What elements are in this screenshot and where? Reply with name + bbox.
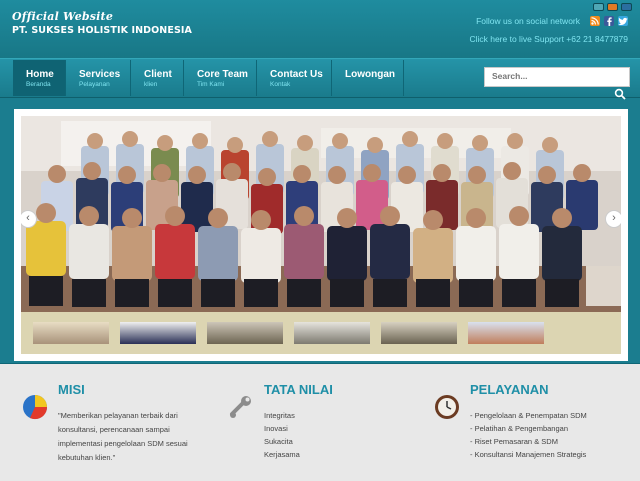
site-header: Official Website PT. SUKSES HOLISTIK IND… [0, 0, 640, 58]
nav-label: Core Team [197, 69, 248, 80]
nav-sublabel: Pelayanan [79, 81, 110, 88]
list-item: Inovasi [264, 424, 288, 433]
nav-label: Contact Us [270, 69, 323, 80]
thumbnail[interactable] [207, 322, 283, 344]
main-navigation: Home Beranda Services Pelayanan Client k… [0, 58, 640, 98]
nav-label: Lowongan [345, 69, 395, 80]
nav-sublabel: Tim Kami [197, 81, 225, 88]
window-btn-2[interactable] [607, 3, 618, 11]
thumbnail[interactable] [468, 322, 544, 344]
list-item[interactable]: - Pengelolaan & Penempatan SDM [470, 409, 587, 422]
nav-client[interactable]: Client klien [131, 60, 184, 96]
social-links: Follow us on social network [476, 16, 628, 26]
nav-sublabel: klien [144, 81, 158, 88]
clock-icon [435, 395, 459, 419]
brand-official: Official Website [12, 10, 114, 23]
misi-text: "Memberikan pelayanan terbaik dari konsu… [58, 411, 188, 462]
misi-section: MISI "Memberikan pelayanan terbaik dari … [58, 382, 208, 465]
social-text: Follow us on social network [476, 16, 580, 26]
nav-home[interactable]: Home Beranda [13, 60, 66, 96]
thumbnail[interactable] [381, 322, 457, 344]
group-photo-illustration [21, 116, 621, 316]
facebook-icon[interactable] [604, 16, 614, 26]
twitter-icon[interactable] [618, 16, 628, 26]
nav-contact-us[interactable]: Contact Us Kontak [257, 60, 332, 96]
nav-lowongan[interactable]: Lowongan [332, 60, 404, 96]
pelayanan-title: PELAYANAN [470, 382, 549, 397]
slider-thumbnails [21, 312, 621, 354]
nav-sublabel: Kontak [270, 81, 291, 88]
list-item[interactable]: - Pelatihan & Pengembangan [470, 422, 587, 435]
list-item: Sukacita [264, 437, 293, 446]
list-item[interactable]: - Konsultansi Manajemen Strategis [470, 448, 587, 461]
nav-sublabel: Beranda [26, 81, 51, 88]
list-item: Kerjasama [264, 450, 300, 459]
nav-label: Home [26, 69, 54, 80]
tata-nilai-title: TATA NILAI [264, 382, 333, 397]
misi-title: MISI [58, 382, 85, 397]
window-btn-3[interactable] [621, 3, 632, 11]
image-slider: ‹ › [14, 109, 628, 361]
slider-next-button[interactable]: › [605, 210, 621, 228]
brand[interactable]: Official Website PT. SUKSES HOLISTIK IND… [12, 10, 192, 36]
brand-company-name: PT. SUKSES HOLISTIK INDONESIA [12, 25, 192, 36]
list-item[interactable]: - Riset Pemasaran & SDM [470, 435, 587, 448]
team-group-photo: ‹ › [21, 116, 621, 316]
search-icon[interactable] [614, 88, 626, 100]
wrench-icon [230, 396, 251, 418]
nav-services[interactable]: Services Pelayanan [66, 60, 131, 96]
thumbnail[interactable] [120, 322, 196, 344]
rss-icon[interactable] [590, 16, 600, 26]
search-input[interactable]: Search... [484, 67, 630, 87]
nav-core-team[interactable]: Core Team Tim Kami [184, 60, 257, 96]
live-support-link[interactable]: Click here to live Support +62 21 847787… [469, 34, 628, 44]
nav-label: Services [79, 69, 121, 80]
thumbnail[interactable] [294, 322, 370, 344]
info-sections: MISI "Memberikan pelayanan terbaik dari … [0, 363, 640, 481]
window-btn-1[interactable] [593, 3, 604, 11]
thumbnail[interactable] [33, 322, 109, 344]
window-controls [593, 3, 632, 11]
nav-label: Client [144, 69, 172, 80]
pie-chart-icon [23, 395, 48, 420]
tata-nilai-section: TATA NILAI Integritas Inovasi Sukacita K… [264, 382, 333, 461]
list-item: Integritas [264, 411, 295, 420]
pelayanan-section: PELAYANAN - Pengelolaan & Penempatan SDM… [470, 382, 587, 461]
